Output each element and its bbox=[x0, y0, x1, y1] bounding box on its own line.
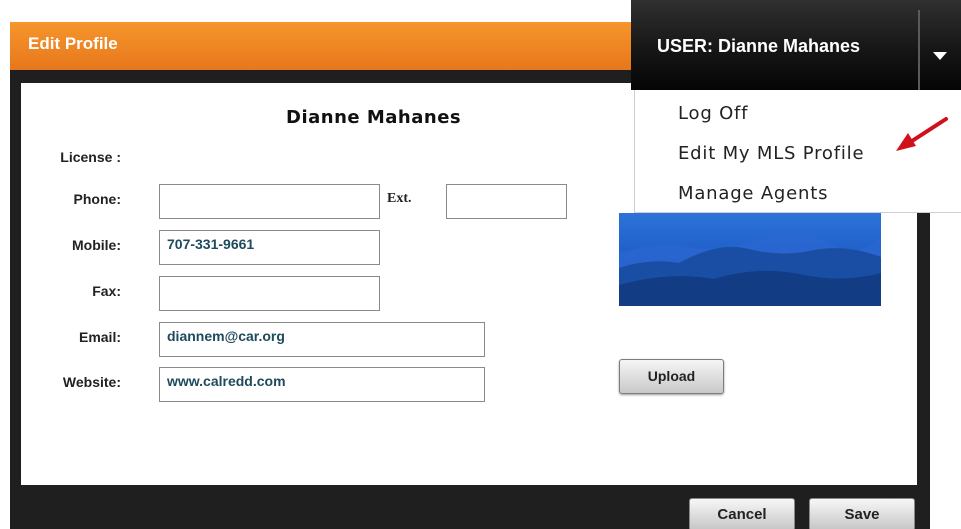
mountain-landscape-image bbox=[619, 232, 881, 306]
ext-input[interactable] bbox=[446, 184, 567, 219]
email-input[interactable]: diannem@car.org bbox=[159, 322, 485, 357]
menu-item-edit-my-mls-profile[interactable]: Edit My MLS Profile bbox=[678, 143, 864, 164]
website-input[interactable]: www.calredd.com bbox=[159, 367, 485, 402]
user-label: USER: Dianne Mahanes bbox=[657, 36, 861, 56]
fax-label: Fax: bbox=[92, 283, 121, 299]
menu-item-manage-agents[interactable]: Manage Agents bbox=[678, 183, 828, 204]
profile-photo bbox=[619, 213, 881, 306]
upload-button[interactable]: Upload bbox=[619, 359, 724, 394]
dialog-title: Edit Profile bbox=[28, 34, 118, 53]
user-bar: USER: Dianne Mahanes bbox=[631, 0, 961, 90]
phone-label: Phone: bbox=[73, 191, 121, 207]
email-label: Email: bbox=[78, 329, 121, 345]
caret-down-icon bbox=[933, 52, 947, 60]
profile-name: Dianne Mahanes bbox=[286, 107, 462, 128]
mobile-input[interactable]: 707-331-9661 bbox=[159, 230, 380, 265]
mobile-label: Mobile: bbox=[72, 237, 121, 253]
annotation-arrow-icon bbox=[896, 117, 948, 151]
ext-label: Ext. bbox=[387, 191, 412, 206]
user-menu-dropdown-button[interactable] bbox=[920, 10, 961, 90]
menu-item-log-off[interactable]: Log Off bbox=[678, 103, 748, 124]
cancel-button[interactable]: Cancel bbox=[689, 498, 795, 529]
license-label: License : bbox=[60, 149, 121, 165]
fax-input[interactable] bbox=[159, 276, 380, 311]
save-button[interactable]: Save bbox=[809, 498, 915, 529]
website-label: Website: bbox=[62, 374, 121, 390]
phone-input[interactable] bbox=[159, 184, 380, 219]
